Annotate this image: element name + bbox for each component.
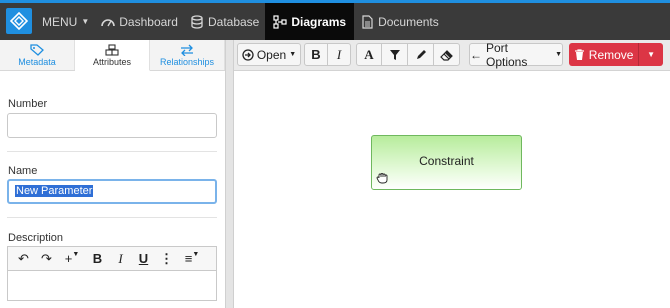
text-style-group: B I [304,43,351,66]
port-options-label: Port Options [486,40,528,69]
menu-label: MENU [42,14,78,29]
italic-button[interactable]: I [327,43,351,66]
node-label: Constraint [419,154,474,168]
filter-button[interactable] [381,43,408,66]
nav-documents-label: Documents [378,14,439,29]
open-label: Open [256,47,287,62]
description-editor[interactable] [7,270,217,301]
trash-icon [574,48,584,60]
underline-button[interactable]: U [132,251,155,266]
number-label: Number [8,98,48,110]
exchange-icon [181,44,193,56]
menu-dropdown[interactable]: MENU ▼ [36,3,95,40]
tab-relationships-label: Relationships [159,56,215,67]
tab-relationships[interactable]: Relationships [150,40,225,70]
pencil-button[interactable] [407,43,434,66]
description-editor-toolbar: ↶ ↷ +▼ B I U ⋮ ≡▼ [7,246,217,270]
nav-dashboard-label: Dashboard [119,14,178,29]
eraser-icon [440,49,453,61]
remove-button[interactable]: Remove [569,43,639,66]
align-icon[interactable]: ≡▼ [178,251,206,266]
filter-icon [389,49,400,60]
bold-button[interactable]: B [304,43,328,66]
more-options-icon[interactable]: ⋮ [155,251,178,267]
dashboard-icon [101,18,116,26]
constraint-node[interactable]: Constraint [371,135,522,190]
italic-button[interactable]: I [109,251,132,267]
remove-split-button: Remove ▼ [569,43,663,66]
undo-icon[interactable]: ↶ [12,251,35,267]
open-button[interactable]: Open ▼ [237,43,301,66]
drag-hand-icon[interactable] [376,172,388,184]
divider [7,217,217,218]
logo-diamond-icon [10,12,28,30]
panel-tabs: Metadata Attributes Relationships [0,40,225,71]
redo-icon[interactable]: ↷ [35,251,58,267]
nav-documents[interactable]: Documents [354,3,445,40]
diagram-canvas[interactable]: Constraint [234,71,670,308]
nav-dashboard[interactable]: Dashboard [95,3,184,40]
nav-diagrams-label: Diagrams [291,14,347,29]
arrow-left-icon: ← [470,47,482,62]
nav-database-label: Database [207,14,260,29]
app-logo[interactable] [6,8,32,34]
tab-metadata-label: Metadata [18,56,56,67]
top-navbar: MENU ▼ Dashboard Database Diagrams Docum… [0,0,670,40]
remove-label: Remove [588,47,634,62]
caret-down-icon: ▼ [72,251,80,258]
caret-down-icon: ▼ [192,251,200,258]
description-label: Description [8,232,64,244]
nav-diagrams[interactable]: Diagrams [265,3,355,40]
format-group: A [356,43,460,66]
bold-button[interactable]: B [86,251,109,266]
caret-down-icon: ▼ [647,50,656,59]
tab-attributes[interactable]: Attributes [75,40,150,71]
nav-database[interactable]: Database [184,3,265,40]
tab-metadata[interactable]: Metadata [0,40,75,70]
diagram-toolbar: Open ▼ B I A ← Port Options ▼ Remove ▼ [234,40,670,71]
caret-down-icon: ▼ [555,51,562,58]
remove-dropdown-toggle[interactable]: ▼ [638,43,663,66]
name-label: Name [8,165,38,177]
document-icon [362,14,373,29]
divider [7,151,217,152]
eraser-button[interactable] [433,43,460,66]
cubes-icon [105,43,119,56]
name-field[interactable]: New Parameter [7,179,217,204]
name-field-selected-text: New Parameter [15,185,94,197]
caret-down-icon: ▼ [81,17,90,26]
database-icon [191,14,203,29]
pencil-icon [416,49,426,59]
insert-plus-icon[interactable]: +▼ [58,251,86,266]
panel-splitter[interactable] [226,40,234,308]
arrow-circle-right-icon [242,48,254,61]
port-options-button[interactable]: ← Port Options ▼ [469,40,563,69]
font-button[interactable]: A [356,43,382,66]
caret-down-icon: ▼ [289,51,297,58]
diagram-icon [273,14,287,29]
tag-icon [30,43,44,56]
tab-attributes-label: Attributes [92,56,132,67]
number-field[interactable] [7,113,217,138]
